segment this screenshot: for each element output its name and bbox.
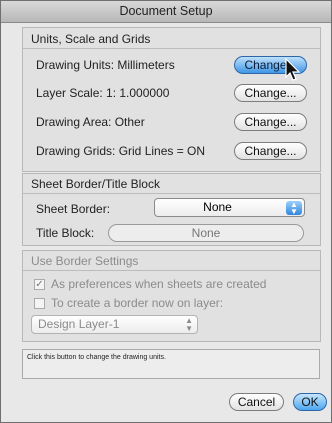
drawing-grids-label: Drawing Grids: Grid Lines = ON	[36, 144, 206, 158]
units-scale-grids-group: Units, Scale and Grids Drawing Units: Mi…	[22, 27, 321, 172]
title-block-label: Title Block:	[36, 226, 95, 240]
create-border-option-label: To create a border now on layer:	[51, 296, 224, 310]
select-arrows-icon: ▲ ▼	[286, 201, 302, 216]
help-status-text: Click this button to change the drawing …	[22, 349, 320, 379]
document-setup-dialog: Document Setup Units, Scale and Grids Dr…	[0, 0, 332, 423]
sheet-border-title-block-group: Sheet Border/Title Block Sheet Border: N…	[22, 173, 321, 246]
layer-scale-label: Layer Scale: 1: 1.000000	[36, 86, 170, 100]
ok-button[interactable]: OK	[293, 393, 327, 411]
mouse-pointer-icon	[285, 58, 301, 81]
use-border-divider	[23, 270, 320, 271]
border-group-title: Sheet Border/Title Block	[31, 177, 160, 191]
use-border-settings-group: Use Border Settings ✓ As preferences whe…	[22, 250, 321, 342]
units-group-title: Units, Scale and Grids	[31, 32, 151, 46]
layer-select-arrows-icon: ▲ ▼	[185, 316, 193, 333]
sheet-border-value: None	[203, 200, 232, 214]
change-drawing-area-button[interactable]: Change...	[234, 113, 307, 131]
preferences-checkbox[interactable]: ✓	[34, 279, 45, 290]
sheet-border-label: Sheet Border:	[36, 202, 111, 216]
use-border-title: Use Border Settings	[31, 254, 139, 268]
drawing-units-label: Drawing Units: Millimeters	[36, 58, 175, 72]
units-group-divider	[23, 48, 320, 49]
border-group-divider	[23, 193, 320, 194]
sheet-border-select[interactable]: None ▲ ▼	[154, 198, 305, 217]
layer-select[interactable]: Design Layer-1 ▲ ▼	[31, 315, 198, 334]
title-block-field[interactable]: None	[108, 224, 304, 242]
drawing-area-label: Drawing Area: Other	[36, 115, 145, 129]
create-border-checkbox[interactable]	[34, 298, 45, 309]
preferences-option-label: As preferences when sheets are created	[51, 277, 267, 291]
window-title: Document Setup	[1, 1, 331, 23]
cancel-button[interactable]: Cancel	[229, 393, 284, 411]
layer-select-value: Design Layer-1	[38, 317, 120, 331]
change-drawing-grids-button[interactable]: Change...	[234, 142, 307, 160]
change-layer-scale-button[interactable]: Change...	[234, 84, 307, 102]
